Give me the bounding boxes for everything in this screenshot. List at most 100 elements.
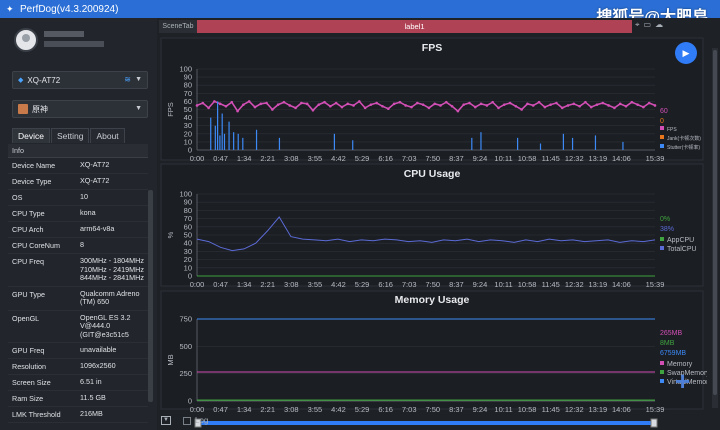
avatar[interactable] [14,28,38,52]
log-label: Log [195,416,209,425]
left-panel: ◆ XQ-AT72 ≋ ▼ 原神 ▼ Device Setting About … [0,18,157,430]
cloud-icon[interactable]: ☁ [655,20,667,29]
play-button[interactable]: ▶ [675,42,697,64]
user-name-redacted [44,31,84,37]
data-point [630,100,634,104]
data-point [381,104,384,108]
info-row: GPU Freq unavailable [8,343,148,359]
x-tick-label: 6:16 [378,280,393,289]
data-point [485,104,489,107]
data-point [560,106,564,110]
data-point [236,109,239,113]
info-key: CPU Freq [12,257,44,266]
info-row: Device Name XQ-AT72 [8,158,148,174]
user-id-redacted [44,41,104,47]
chart-title: Memory Usage [395,294,470,306]
scrollbar-thumb[interactable] [713,50,717,395]
main-panel: SceneTab label1 ⌖▭☁ FPS FPS 0 10 20 30 40 50 60 7… [157,18,720,430]
y-tick-label: 60 [184,222,192,231]
y-axis-label: MB [166,354,175,365]
info-value: 300MHz - 1804MHz 710MHz - 2419MHz 844MHz… [80,256,144,282]
scene-tab[interactable]: SceneTab [159,20,197,33]
y-tick-label: 50 [184,105,192,114]
tab-device[interactable]: Device [12,128,50,143]
x-tick-label: 10:11 [494,280,512,289]
user-profile[interactable] [14,28,144,54]
y-tick-label: 30 [184,121,192,130]
left-scrollbar[interactable] [148,190,153,402]
info-key: CPU Arch [12,225,44,234]
legend-value: 0 [660,118,664,125]
app-select[interactable]: 原神 ▼ [12,100,148,118]
x-tick-label: 12:32 [565,154,584,163]
data-point [566,104,570,107]
info-row: Resolution 1096x2560 [8,359,148,375]
info-row: OpenGL OpenGL ES 3.2 V@444.0 (GIT@e3c51c5 [8,311,148,343]
data-point [624,104,628,108]
x-tick-label: 13:19 [588,280,607,289]
info-row: GPU Type Qualcomm Adreno (TM) 650 [8,287,148,311]
info-key: CPU Type [12,209,45,218]
legend-swatch [660,126,664,130]
legend-label: Jank(卡顿次数) [667,135,701,142]
info-row: OS 10 [8,190,148,206]
chevron-down-icon: ▼ [135,105,142,112]
data-point [352,104,355,107]
x-tick-label: 6:16 [378,154,393,163]
add-chart-button[interactable]: + [675,368,690,394]
y-tick-label: 70 [184,89,192,98]
charts-area: FPSFPS01020304050607080901000:00 0:47 1:34… [160,37,707,428]
info-value: 8 [80,240,84,249]
data-point [323,100,326,104]
info-key: Ram Size [12,394,44,403]
label-bar[interactable]: label1 [197,20,632,33]
info-row: CPU CoreNum 8 [8,238,148,254]
data-point [404,104,408,107]
data-point [218,102,222,106]
info-key: OS [12,193,23,202]
y-tick-label: 80 [184,81,192,90]
tab-setting[interactable]: Setting [50,128,90,143]
data-point [618,102,622,106]
x-tick-label: 7:50 [425,154,440,163]
x-tick-label: 15:39 [646,154,665,163]
data-point [584,100,587,104]
info-value: XQ-AT72 [80,160,110,169]
info-value: 10 [80,192,88,201]
data-point [473,105,477,109]
x-tick-label: 7:03 [402,154,417,163]
legend-swatch [660,379,664,383]
legend-swatch [660,246,664,250]
x-tick-label: 3:08 [284,154,299,163]
info-key: GPU Type [12,289,46,299]
info-key: CPU CoreNum [12,241,60,250]
y-tick-label: 90 [184,73,192,82]
data-point [508,101,512,105]
chart-title: CPU Usage [404,168,461,180]
folder-icon[interactable]: ▭ [644,20,656,29]
data-point [346,102,350,106]
data-point [479,102,483,106]
y-tick-label: 100 [179,190,192,199]
location-icon[interactable]: ⌖ [635,20,644,29]
info-value: kona [80,208,96,217]
tab-about[interactable]: About [90,128,125,143]
data-point [300,101,303,105]
data-point [444,100,448,104]
data-point [468,101,471,105]
x-tick-label: 0:00 [190,154,205,163]
info-value: 11.5 GB [80,393,106,402]
data-point [607,104,610,107]
main-scrollbar[interactable] [712,48,718,408]
x-tick-label: 8:37 [449,280,464,289]
x-tick-label: 1:34 [237,154,252,163]
collapse-icon[interactable]: ▼ [161,416,171,425]
data-point [387,107,390,110]
data-point [497,106,500,110]
data-point [433,102,436,106]
y-tick-label: 500 [179,342,192,351]
device-select[interactable]: ◆ XQ-AT72 ≋ ▼ [12,71,148,89]
device-info-table: Info Device Name XQ-AT72 Device Type XQ-AT7… [8,144,148,423]
chart-panel [160,290,704,410]
log-checkbox[interactable] [183,416,191,425]
